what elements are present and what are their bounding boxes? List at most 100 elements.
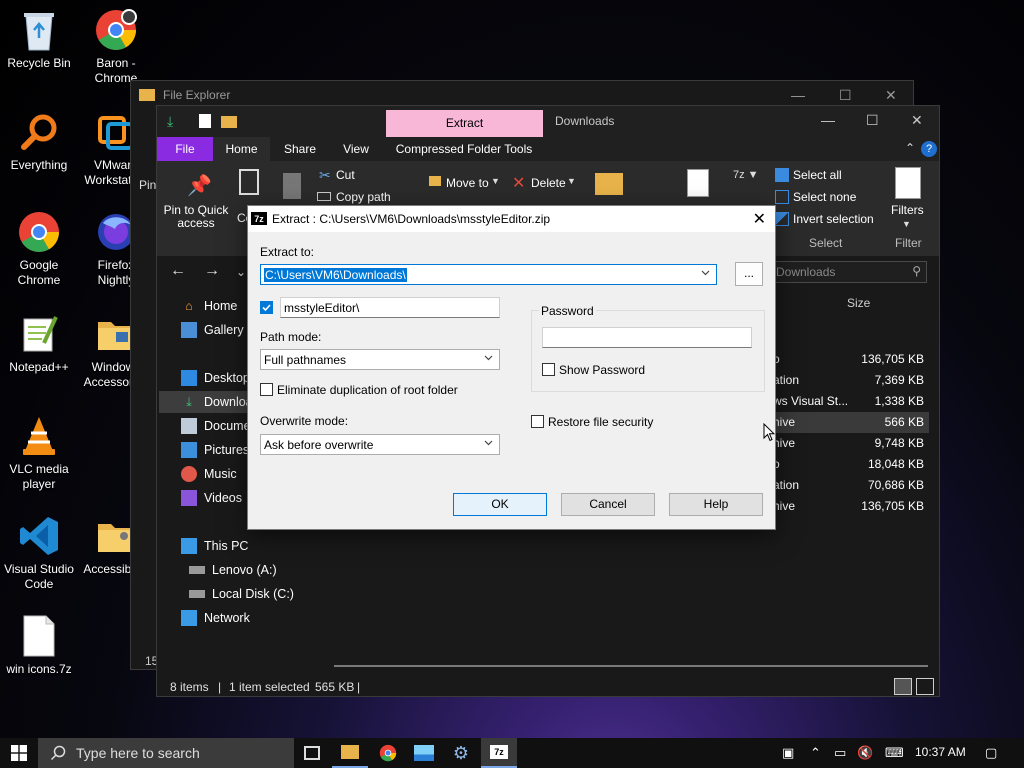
select-none-button[interactable]: Select none — [793, 190, 856, 204]
large-icons-view-icon[interactable] — [916, 678, 934, 695]
column-header-size[interactable]: Size — [847, 296, 870, 310]
tab-view[interactable]: View — [333, 137, 379, 161]
desktop-icon-notepadpp[interactable]: Notepad++ — [1, 312, 77, 375]
restore-security-label[interactable]: Restore file security — [548, 415, 653, 429]
nav-item-desktop[interactable]: Desktop — [181, 367, 250, 389]
maximize-icon[interactable]: ☐ — [866, 112, 879, 129]
desktop-icon-label: Google Chrome — [17, 258, 61, 287]
notifications-icon[interactable]: ▢ — [985, 745, 997, 761]
tab-home[interactable]: Home — [213, 137, 270, 161]
nav-item-lenovo-drive[interactable]: Lenovo (A:) — [189, 559, 277, 581]
file-row[interactable]: ws Visual St... 1,338 KB — [769, 391, 929, 412]
tray-app-icon[interactable]: ▣ — [782, 745, 794, 761]
ok-button[interactable]: OK — [453, 493, 547, 516]
restore-security-checkbox[interactable] — [531, 415, 544, 428]
delete-button[interactable]: Delete — [531, 176, 566, 190]
tab-file[interactable]: File — [157, 137, 213, 161]
network-icon[interactable]: ▭ — [834, 745, 846, 761]
nav-item-videos[interactable]: Videos — [181, 487, 242, 509]
pin-to-quick-access-button[interactable]: Pin to Quick access — [163, 204, 229, 230]
desktop-icon-recycle-bin[interactable]: Recycle Bin — [1, 8, 77, 71]
back-arrow-icon[interactable]: ← — [170, 262, 186, 280]
show-password-label[interactable]: Show Password — [559, 363, 645, 377]
desktop-icon-google-chrome[interactable]: Google Chrome — [1, 210, 77, 288]
desktop-icon-vscode[interactable]: Visual Studio Code — [1, 514, 77, 592]
select-all-button[interactable]: Select all — [793, 168, 842, 182]
filters-button[interactable]: Filters — [891, 203, 924, 217]
vlc-icon — [17, 414, 61, 458]
cancel-button[interactable]: Cancel — [561, 493, 655, 516]
nav-item-pictures[interactable]: Pictures — [181, 439, 249, 461]
taskbar-file-explorer[interactable] — [332, 738, 368, 768]
cut-button[interactable]: Cut — [336, 168, 355, 182]
file-row[interactable]: ation 7,369 KB — [769, 370, 929, 391]
nav-item-network[interactable]: Network — [181, 607, 250, 629]
help-button[interactable]: Help — [669, 493, 763, 516]
desktop-icon-baron-chrome[interactable]: Baron - Chrome — [78, 8, 154, 86]
taskbar-chrome[interactable] — [370, 738, 406, 768]
volume-muted-icon[interactable]: 🔇 — [857, 745, 873, 761]
ribbon-tabs: File Home Share View Compressed Folder T… — [157, 137, 939, 161]
overwrite-mode-select[interactable]: Ask before overwrite — [260, 434, 500, 455]
taskbar-app[interactable] — [406, 738, 442, 768]
copy-path-button[interactable]: Copy path — [336, 190, 391, 204]
overwrite-mode-label: Overwrite mode: — [260, 414, 349, 428]
nav-item-home[interactable]: ⌂ Home — [181, 295, 237, 317]
file-row[interactable]: hive 566 KB — [769, 412, 929, 433]
close-icon[interactable]: ✕ — [753, 209, 766, 229]
minimize-icon[interactable]: — — [791, 87, 805, 103]
taskbar-search-input[interactable]: Type here to search — [38, 738, 294, 768]
keyboard-icon[interactable]: ⌨ — [885, 745, 904, 761]
desktop-icon-everything[interactable]: Everything — [1, 110, 77, 173]
file-row[interactable]: ation 70,686 KB — [769, 475, 929, 496]
close-icon[interactable]: ✕ — [911, 112, 923, 129]
details-view-icon[interactable] — [894, 678, 912, 695]
task-view-button[interactable] — [294, 738, 330, 768]
chrome-profile-icon — [94, 8, 138, 52]
nav-item-local-disk[interactable]: Local Disk (C:) — [189, 583, 294, 605]
minimize-icon[interactable]: — — [821, 112, 835, 128]
folder-icon[interactable] — [221, 116, 237, 128]
invert-selection-button[interactable]: Invert selection — [793, 212, 874, 226]
nav-item-gallery[interactable]: Gallery — [181, 319, 244, 341]
paste-icon — [283, 173, 301, 199]
clock[interactable]: 10:37 AM — [915, 745, 966, 759]
move-to-button[interactable]: Move to — [446, 176, 489, 190]
tab-share[interactable]: Share — [277, 137, 323, 161]
help-icon[interactable]: ? — [921, 141, 937, 157]
chevron-up-icon[interactable]: ⌃ — [905, 141, 915, 155]
taskbar-settings[interactable]: ⚙ — [443, 738, 479, 768]
browse-button[interactable]: ... — [735, 262, 763, 286]
taskbar-7zip[interactable]: 7z — [481, 738, 517, 768]
path-mode-select[interactable]: Full pathnames — [260, 349, 500, 370]
tab-compressed-folder-tools[interactable]: Compressed Folder Tools — [393, 137, 535, 161]
password-field[interactable] — [542, 327, 752, 348]
nav-item-this-pc[interactable]: This PC — [181, 535, 248, 557]
start-button[interactable] — [0, 738, 38, 768]
file-row[interactable]: o 136,705 KB — [769, 349, 929, 370]
file-row[interactable]: o 18,048 KB — [769, 454, 929, 475]
close-icon[interactable]: ✕ — [885, 87, 897, 104]
show-password-checkbox[interactable] — [542, 363, 555, 376]
chevron-up-icon[interactable]: ⌃ — [810, 745, 821, 761]
download-icon[interactable]: ⤓ — [167, 113, 173, 130]
eliminate-duplication-checkbox[interactable] — [260, 383, 273, 396]
eliminate-duplication-label[interactable]: Eliminate duplication of root folder — [277, 383, 458, 397]
chevron-down-icon[interactable]: ⌄ — [236, 265, 246, 279]
delete-icon: ✕ — [512, 175, 526, 192]
properties-icon[interactable] — [199, 114, 211, 128]
desktop-icon-vlc[interactable]: VLC media player — [1, 414, 77, 492]
chevron-down-icon — [484, 355, 493, 361]
search-input[interactable]: Downloads ⚲ — [771, 261, 927, 283]
file-row[interactable]: hive 9,748 KB — [769, 433, 929, 454]
tab-extract-context[interactable]: Extract — [386, 110, 543, 137]
desktop-icon-win-icons-7z[interactable]: win icons.7z — [1, 614, 77, 677]
subfolder-field[interactable]: msstyleEditor\ — [280, 297, 500, 318]
subfolder-checkbox[interactable] — [260, 301, 273, 314]
horizontal-scrollbar[interactable] — [334, 665, 928, 667]
forward-arrow-icon[interactable]: → — [204, 262, 220, 280]
maximize-icon[interactable]: ☐ — [839, 87, 852, 104]
file-row[interactable]: hive 136,705 KB — [769, 496, 929, 517]
extract-to-combobox[interactable]: C:\Users\VM6\Downloads\ — [260, 264, 717, 285]
nav-item-music[interactable]: Music — [181, 463, 237, 485]
